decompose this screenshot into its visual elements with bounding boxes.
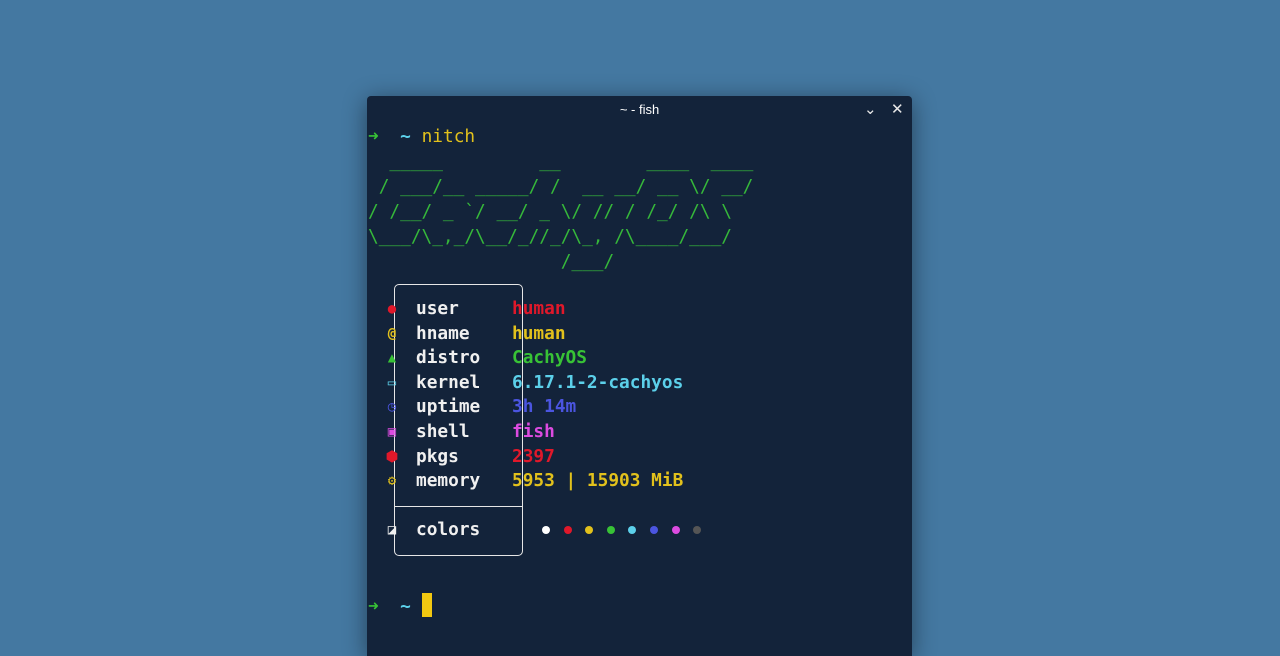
info-row-colors: ◪ colors	[368, 518, 768, 543]
info-value: 3h 14m	[512, 396, 577, 418]
prompt-cwd: ~	[400, 596, 411, 617]
info-label: memory	[416, 470, 481, 492]
chip-icon: ⚙	[387, 473, 397, 490]
close-icon[interactable]: ✕	[891, 100, 904, 118]
cursor	[421, 593, 432, 617]
info-row-uptime: ◷ uptime 3h 14m	[368, 395, 768, 420]
info-label: hname	[416, 322, 470, 344]
info-label: uptime	[416, 396, 481, 418]
terminal-icon: ▣	[387, 424, 397, 440]
info-row-hname: @ hname human	[368, 322, 768, 347]
color-swatch	[606, 526, 615, 534]
color-swatch	[542, 526, 550, 534]
ascii-art-line: /___/	[368, 251, 615, 272]
color-swatch	[671, 526, 680, 534]
color-swatch	[563, 526, 572, 534]
info-value: CachyOS	[512, 347, 587, 369]
info-label: colors	[416, 519, 481, 540]
prompt-command: nitch	[421, 126, 476, 147]
window-title: ~ - fish	[619, 102, 660, 117]
info-row-shell: ▣ shell fish	[368, 420, 768, 445]
color-swatches	[542, 517, 715, 542]
ascii-art-line: / /__/ _ `/ __/ _ \/ // / /_/ /\ \	[368, 201, 732, 222]
ascii-art-line: _____ __ ____ ____	[368, 151, 754, 172]
linux-icon: ▲	[387, 350, 397, 367]
color-swatch	[693, 526, 702, 534]
package-icon: ⬢	[385, 448, 399, 465]
terminal-window: ~ - fish ⌄ ✕ ➜ ~ nitch _____ __ ____ ___…	[367, 96, 912, 656]
divider	[395, 506, 522, 507]
info-row-memory: ⚙ memory 5953 | 15903 MiB	[368, 469, 768, 494]
info-row-user: ● user human	[368, 297, 768, 322]
info-row-distro: ▲ distro CachyOS	[368, 346, 768, 371]
prompt-cwd: ~	[400, 126, 411, 147]
prompt-arrow-icon: ➜	[368, 126, 379, 147]
ascii-art-line: \___/\_,_/\__/_//_/\_, /\____/___/	[368, 226, 732, 247]
info-label: user	[416, 298, 459, 319]
laptop-icon: ▭	[387, 374, 397, 391]
info-label: kernel	[416, 371, 481, 393]
clock-icon: ◷	[387, 399, 397, 416]
color-swatch	[585, 526, 594, 534]
at-icon: @	[387, 325, 397, 342]
prompt-arrow-icon: ➜	[368, 596, 379, 617]
color-swatch	[628, 526, 637, 534]
info-label: shell	[416, 421, 470, 442]
terminal-output[interactable]: ➜ ~ nitch _____ __ ____ ____ / ___/__ __…	[368, 96, 753, 617]
minimize-icon[interactable]: ⌄	[864, 100, 877, 118]
user-icon: ●	[387, 301, 397, 317]
info-value: human	[512, 322, 566, 344]
info-value: 6.17.1-2-cachyos	[512, 371, 684, 393]
ascii-art-line: / ___/__ _____/ / __ __/ __ \/ __/	[368, 176, 754, 197]
info-value: 2397	[512, 445, 555, 467]
info-row-kernel: ▭ kernel 6.17.1-2-cachyos	[368, 371, 768, 396]
palette-icon: ◪	[387, 522, 397, 538]
info-value: 5953 | 15903 MiB	[512, 470, 684, 492]
info-value: fish	[512, 421, 555, 442]
info-label: distro	[416, 347, 481, 369]
info-value: human	[512, 298, 566, 319]
color-swatch	[649, 526, 658, 534]
info-label: pkgs	[416, 445, 459, 467]
info-row-pkgs: ⬢ pkgs 2397	[368, 445, 768, 470]
